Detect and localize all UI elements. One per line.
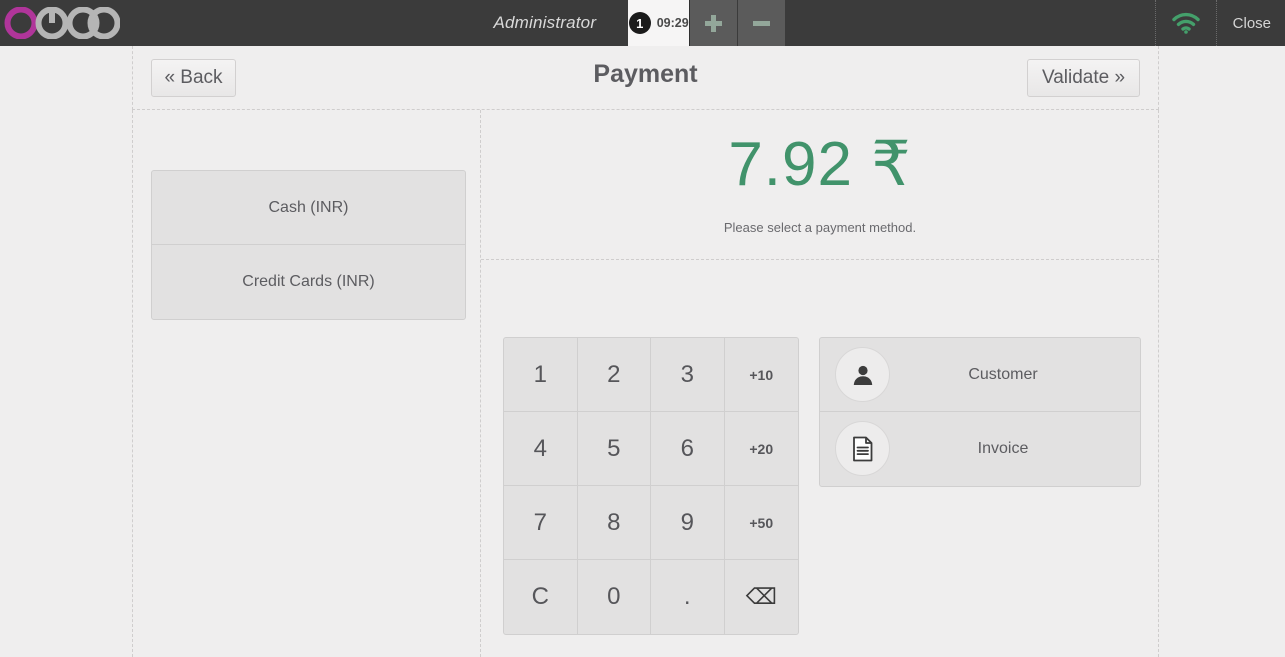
topbar-spacer-right [786,0,1154,46]
plus-icon [705,14,723,32]
status-area: Close [1154,0,1285,46]
username-label: Administrator [493,13,597,32]
numpad-key-plus-20[interactable]: +20 [724,412,798,486]
payment-screen: « Back Payment Validate » Cash (INR) Cre… [0,46,1285,657]
numpad-key-clear[interactable]: C [504,560,578,634]
remove-order-button[interactable] [738,0,787,46]
numpad-key-5[interactable]: 5 [577,412,651,486]
invoice-button[interactable]: Invoice [820,412,1140,486]
user-icon-glyph [853,365,872,385]
numpad-key-6[interactable]: 6 [651,412,725,486]
wifi-icon [1171,12,1200,34]
numpad-key-1[interactable]: 1 [504,338,578,412]
order-tab-badge: 1 [628,12,651,34]
numpad: 1 2 3 +10 4 5 6 +20 7 8 9 +50 C 0 . ⌫ [503,337,799,635]
numpad-key-4[interactable]: 4 [504,412,578,486]
numpad-key-plus-10[interactable]: +10 [724,338,798,412]
wifi-status[interactable] [1154,0,1216,46]
payment-method-label: Credit Cards (INR) [242,273,375,290]
top-bar: Administrator 1 09:29 Close [0,0,1285,46]
numpad-key-plus-50[interactable]: +50 [724,486,798,560]
odoo-logo[interactable] [0,0,125,46]
payment-right-column: 7.92 ₹ Please select a payment method. 1… [481,110,1159,657]
amount-hint: Please select a payment method. [723,220,917,235]
customer-button[interactable]: Customer [820,338,1140,412]
order-tab-time: 09:29 [656,16,689,30]
user-icon [835,347,890,402]
numpad-key-decimal[interactable]: . [651,560,725,634]
amount-due-value: 7.92 ₹ [728,130,912,199]
amount-area: 7.92 ₹ Please select a payment method. [481,110,1159,260]
document-icon [835,421,890,476]
order-tab-1[interactable]: 1 09:29 [628,0,691,46]
validate-button[interactable]: Validate » [1027,59,1140,97]
payment-method-label: Cash (INR) [268,198,349,216]
numpad-key-9[interactable]: 9 [651,486,725,560]
page-title: Payment [593,60,698,88]
payment-methods-list: Cash (INR) Credit Cards (INR) [151,170,466,320]
numpad-key-8[interactable]: 8 [577,486,651,560]
odoo-logo-icon [4,7,120,39]
close-button[interactable]: Close [1215,0,1285,46]
numpad-key-backspace[interactable]: ⌫ [725,560,799,634]
backspace-icon: ⌫ [745,584,777,609]
numpad-key-0[interactable]: 0 [578,560,651,634]
side-actions: Customer Invoice [819,337,1141,487]
numpad-key-3[interactable]: 3 [651,338,725,412]
payment-header: « Back Payment Validate » [132,46,1159,110]
payment-method-cash[interactable]: Cash (INR) [152,171,465,245]
payment-method-credit-cards[interactable]: Credit Cards (INR) [152,245,465,319]
numpad-key-7[interactable]: 7 [504,486,578,560]
payment-methods-column: Cash (INR) Credit Cards (INR) [132,110,481,657]
document-icon-glyph [852,436,872,461]
numpad-key-2[interactable]: 2 [577,338,651,412]
add-order-button[interactable] [690,0,739,46]
minus-icon [753,20,771,26]
